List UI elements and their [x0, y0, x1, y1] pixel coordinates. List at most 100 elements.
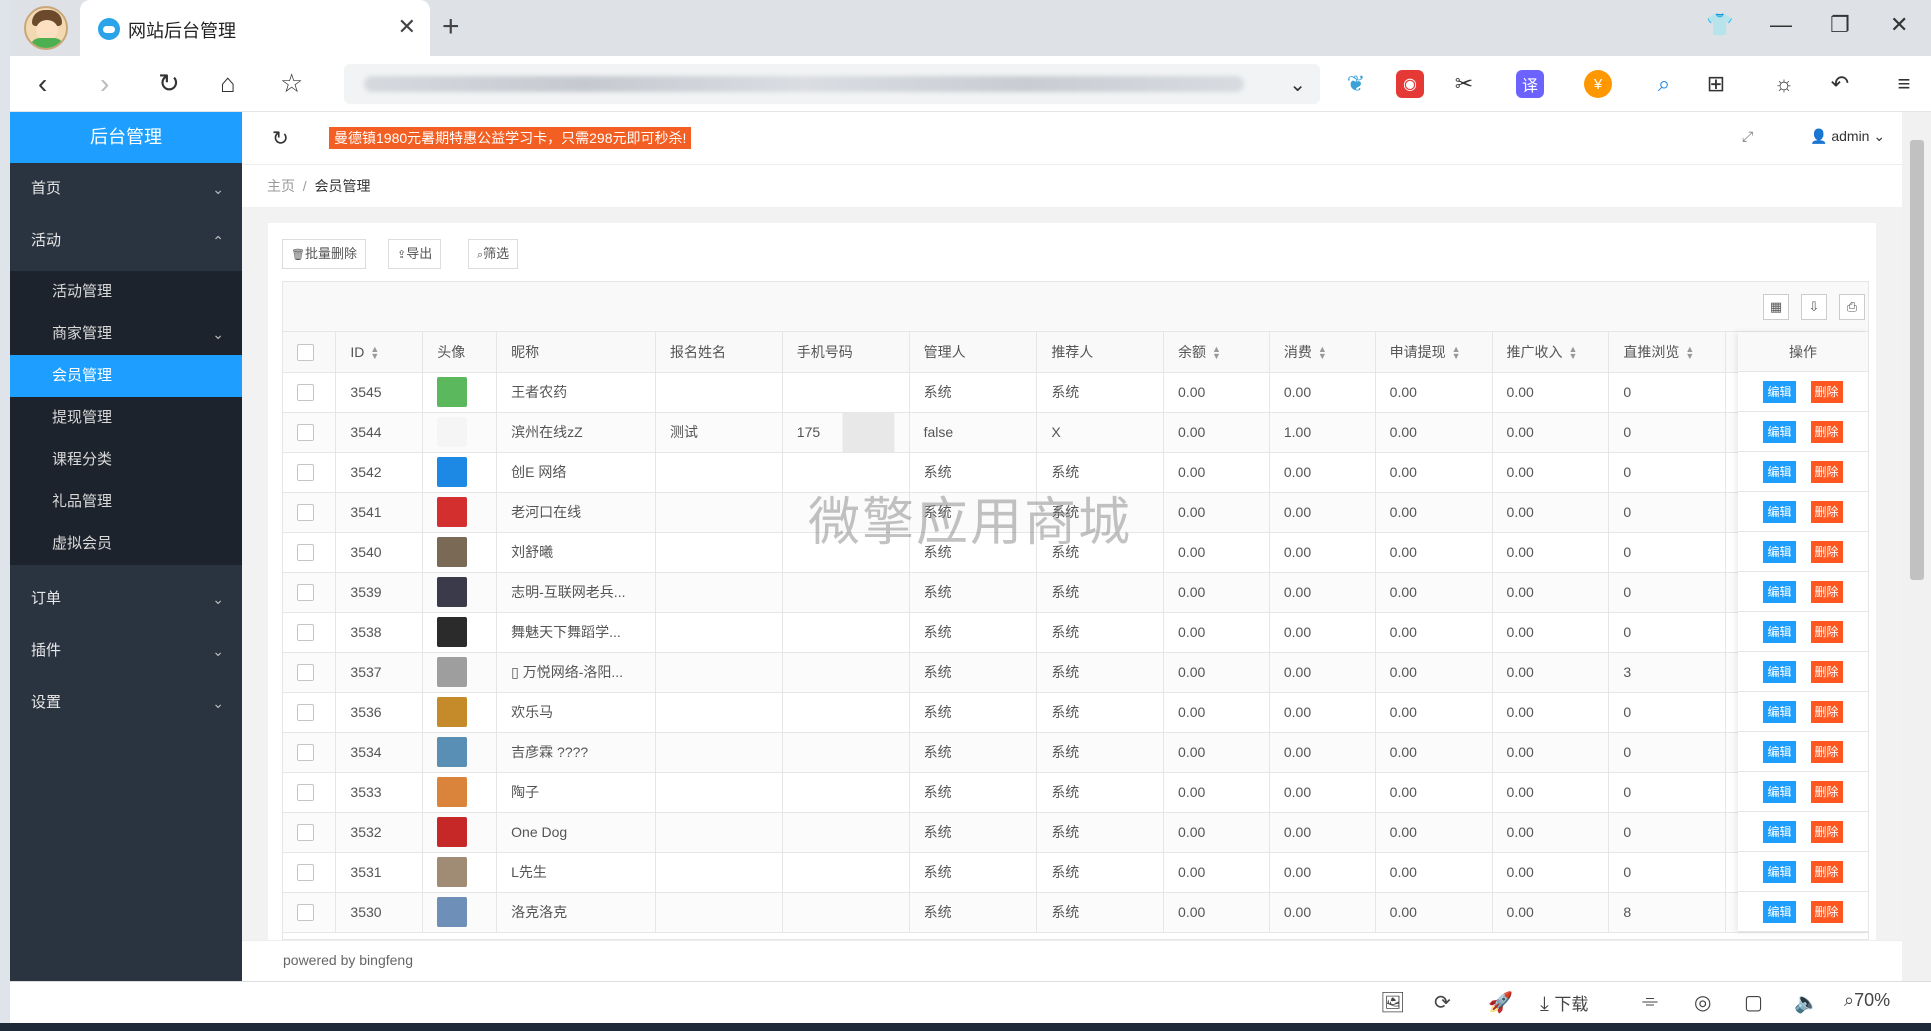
- edit-button[interactable]: 编辑: [1763, 820, 1796, 843]
- sidebar-item-merchant-manage[interactable]: 商家管理 ⌄: [10, 313, 242, 355]
- col-header[interactable]: ID ▲ ▼: [335, 332, 424, 373]
- delete-button[interactable]: 删除: [1810, 740, 1843, 763]
- undo-icon[interactable]: ↶: [1826, 70, 1854, 98]
- refresh-icon[interactable]: ↻: [272, 126, 289, 151]
- delete-button[interactable]: 删除: [1810, 780, 1843, 803]
- sidebar-item-plugins[interactable]: 插件 ⌄: [10, 625, 242, 677]
- select-all-checkbox[interactable]: [297, 343, 314, 361]
- batch-delete-button[interactable]: 🗑批量删除: [282, 239, 366, 269]
- delete-button[interactable]: 删除: [1810, 580, 1843, 603]
- delete-button[interactable]: 删除: [1810, 860, 1843, 883]
- zoom-control[interactable]: ⌕70%: [1844, 990, 1890, 1011]
- sidebar-item-orders[interactable]: 订单 ⌄: [10, 573, 242, 625]
- edit-button[interactable]: 编辑: [1763, 380, 1796, 403]
- col-header[interactable]: 消费 ▲ ▼: [1269, 332, 1376, 373]
- shield-yuan-icon[interactable]: ¥: [1584, 70, 1612, 98]
- globe-icon[interactable]: ◎: [1694, 990, 1711, 1015]
- tab-close-icon[interactable]: ✕: [398, 14, 416, 40]
- edit-button[interactable]: 编辑: [1763, 900, 1796, 923]
- row-checkbox[interactable]: [297, 503, 314, 521]
- translate-icon[interactable]: 译: [1516, 70, 1544, 98]
- speed-icon[interactable]: ⟳: [1434, 990, 1451, 1015]
- scrollbar-thumb[interactable]: [1910, 140, 1924, 580]
- chevron-down-icon[interactable]: ⌄: [1289, 72, 1306, 97]
- row-checkbox[interactable]: [297, 423, 314, 441]
- home-icon[interactable]: ⌂: [220, 68, 236, 99]
- shirt-icon[interactable]: 👕: [1706, 12, 1733, 38]
- fullscreen-icon[interactable]: ⤢: [1742, 128, 1753, 145]
- page-scrollbar[interactable]: [1902, 112, 1931, 981]
- window-icon[interactable]: ▢: [1744, 990, 1763, 1015]
- edit-button[interactable]: 编辑: [1763, 420, 1796, 443]
- sidebar-item-withdraw-manage[interactable]: 提现管理: [10, 397, 242, 439]
- columns-icon[interactable]: ▦: [1763, 294, 1789, 320]
- new-tab-button[interactable]: +: [442, 10, 460, 44]
- filter-button[interactable]: ⌕筛选: [468, 239, 519, 269]
- breadcrumb-home[interactable]: 主页: [267, 178, 295, 194]
- promo-banner[interactable]: 曼德镇1980元暑期特惠公益学习卡，只需298元即可秒杀!: [329, 127, 692, 149]
- back-icon[interactable]: ‹: [38, 68, 47, 100]
- sidebar-item-virtual-member[interactable]: 虚拟会员: [10, 523, 242, 565]
- row-checkbox[interactable]: [297, 903, 314, 921]
- sidebar-item-activity-manage[interactable]: 活动管理: [10, 271, 242, 313]
- delete-button[interactable]: 删除: [1810, 540, 1843, 563]
- col-header[interactable]: 申请提现 ▲ ▼: [1375, 332, 1493, 373]
- forward-icon[interactable]: ›: [100, 68, 109, 100]
- rocket-icon[interactable]: 🚀: [1488, 990, 1513, 1015]
- export-table-icon[interactable]: ⇩: [1801, 294, 1827, 320]
- delete-button[interactable]: 删除: [1810, 660, 1843, 683]
- scissors-icon[interactable]: ✂: [1450, 70, 1478, 98]
- print-icon[interactable]: ⎙: [1839, 294, 1865, 320]
- sidebar-item-member-manage[interactable]: 会员管理: [10, 355, 242, 397]
- profile-avatar[interactable]: [24, 6, 68, 50]
- delete-button[interactable]: 删除: [1810, 380, 1843, 403]
- leaf-icon[interactable]: ❦: [1342, 70, 1370, 98]
- edit-button[interactable]: 编辑: [1763, 540, 1796, 563]
- window-close-icon[interactable]: ✕: [1890, 12, 1908, 38]
- col-header[interactable]: 直推浏览 ▲ ▼: [1608, 332, 1727, 373]
- bookmark-star-icon[interactable]: ☆: [280, 68, 303, 99]
- sound-icon[interactable]: 🔈: [1794, 990, 1819, 1015]
- row-checkbox[interactable]: [297, 863, 314, 881]
- row-checkbox[interactable]: [297, 823, 314, 841]
- row-checkbox[interactable]: [297, 783, 314, 801]
- user-menu[interactable]: 👤 admin ⌄: [1810, 128, 1885, 145]
- row-checkbox[interactable]: [297, 383, 314, 401]
- image-icon[interactable]: 🖼: [1380, 990, 1405, 1015]
- sidebar-item-gift-manage[interactable]: 礼品管理: [10, 481, 242, 523]
- row-checkbox[interactable]: [297, 583, 314, 601]
- delete-button[interactable]: 删除: [1810, 700, 1843, 723]
- sidebar-item-course-category[interactable]: 课程分类: [10, 439, 242, 481]
- edit-button[interactable]: 编辑: [1763, 780, 1796, 803]
- extension-icon[interactable]: ◉: [1396, 70, 1424, 98]
- delete-button[interactable]: 删除: [1810, 460, 1843, 483]
- col-header[interactable]: 推广收入 ▲ ▼: [1492, 332, 1610, 373]
- edit-button[interactable]: 编辑: [1763, 460, 1796, 483]
- delete-button[interactable]: 删除: [1810, 820, 1843, 843]
- edit-button[interactable]: 编辑: [1763, 620, 1796, 643]
- download-button[interactable]: ⤓ 下载: [1540, 990, 1588, 1016]
- search-icon[interactable]: ⌕: [1650, 70, 1678, 98]
- sidebar-item-activity[interactable]: 活动 ⌃: [10, 215, 242, 267]
- split-icon[interactable]: ⌯: [1642, 990, 1658, 1013]
- edit-button[interactable]: 编辑: [1763, 580, 1796, 603]
- row-checkbox[interactable]: [297, 463, 314, 481]
- restore-icon[interactable]: ❐: [1830, 12, 1850, 38]
- row-checkbox[interactable]: [297, 623, 314, 641]
- col-header[interactable]: 余额 ▲ ▼: [1163, 332, 1270, 373]
- edit-button[interactable]: 编辑: [1763, 660, 1796, 683]
- delete-button[interactable]: 删除: [1810, 620, 1843, 643]
- browser-tab[interactable]: 网站后台管理 ✕: [80, 0, 430, 56]
- row-checkbox[interactable]: [297, 703, 314, 721]
- reload-icon[interactable]: ↻: [158, 68, 180, 99]
- brightness-icon[interactable]: ☼: [1770, 70, 1798, 98]
- delete-button[interactable]: 删除: [1810, 500, 1843, 523]
- edit-button[interactable]: 编辑: [1763, 500, 1796, 523]
- menu-icon[interactable]: ≡: [1890, 70, 1918, 98]
- export-button[interactable]: ⇪导出: [388, 239, 442, 269]
- minimize-icon[interactable]: —: [1770, 12, 1792, 38]
- sidebar-item-settings[interactable]: 设置 ⌄: [10, 677, 242, 729]
- grid-icon[interactable]: ⊞: [1702, 70, 1730, 98]
- edit-button[interactable]: 编辑: [1763, 860, 1796, 883]
- row-checkbox[interactable]: [297, 543, 314, 561]
